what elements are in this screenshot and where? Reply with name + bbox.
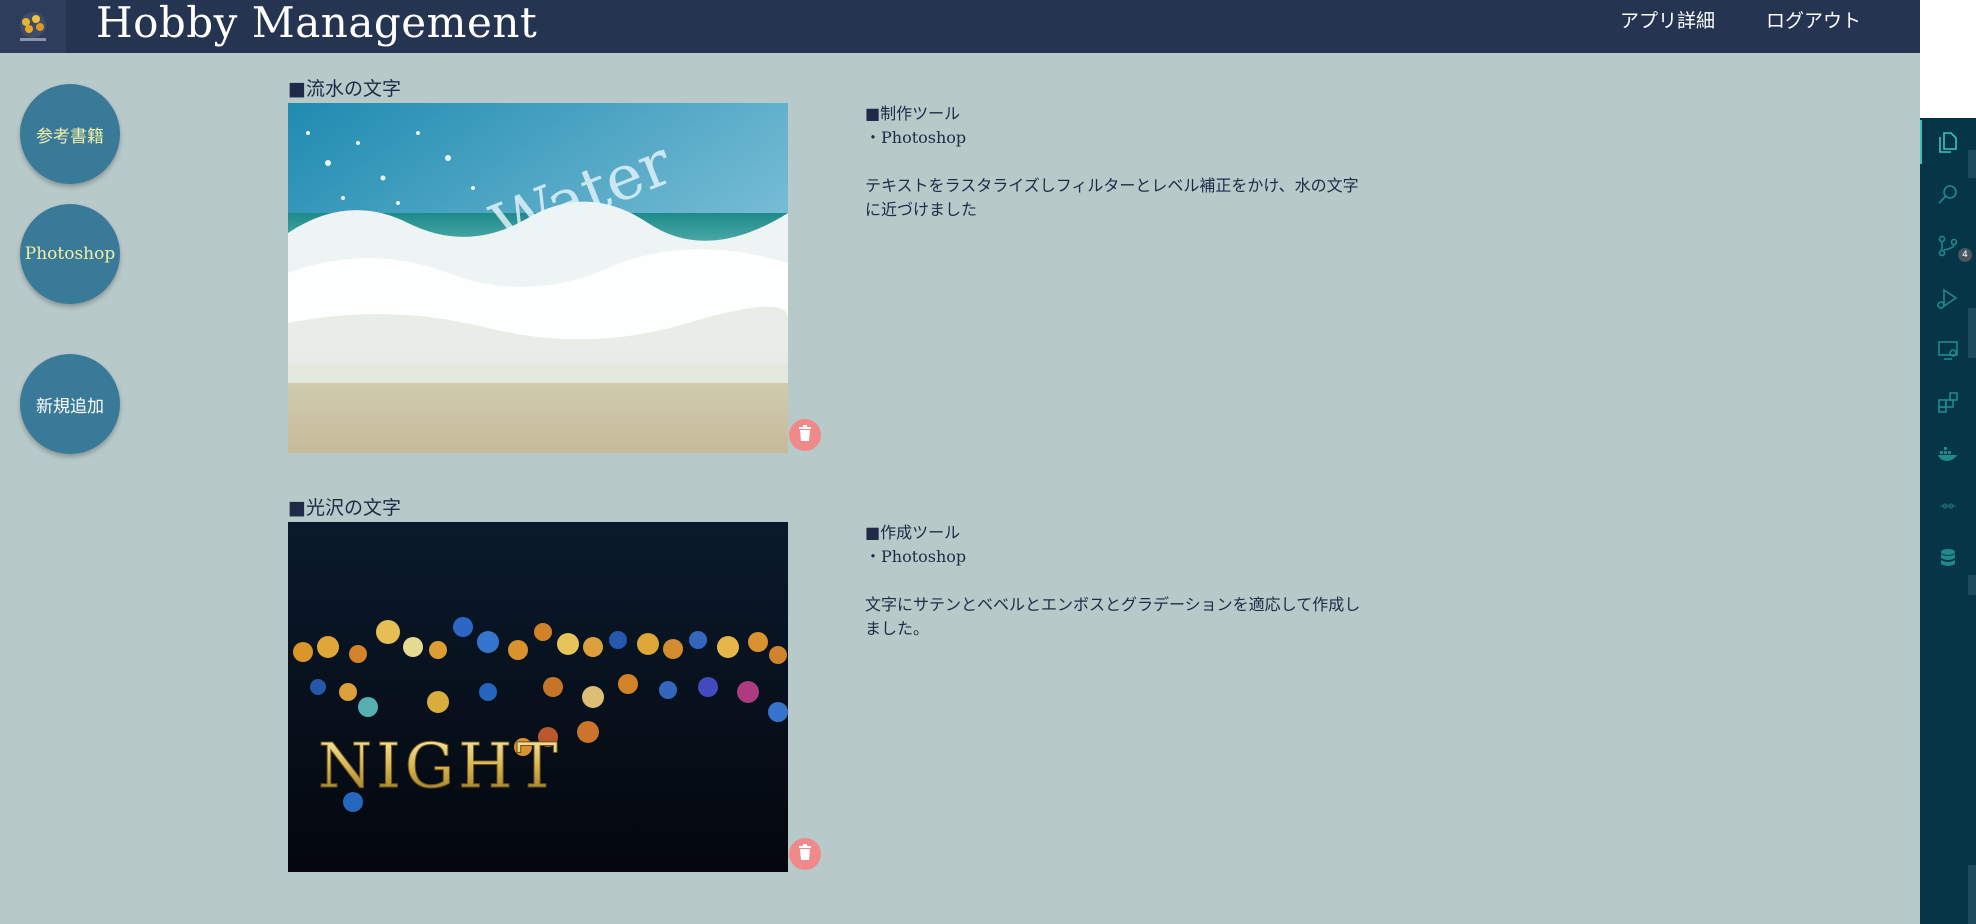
database-icon[interactable] xyxy=(1928,538,1968,578)
app-logo[interactable] xyxy=(0,0,66,53)
delete-button[interactable] xyxy=(789,838,821,870)
nav-app-detail-link[interactable]: アプリ詳細 xyxy=(1620,6,1715,33)
explorer-icon[interactable] xyxy=(1928,122,1968,162)
water-text-image: Water xyxy=(288,103,788,453)
item-description: ■制作ツール ・Photoshop テキストをラスタライズしフィルターとレベル補… xyxy=(865,102,1365,222)
search-icon[interactable] xyxy=(1928,174,1968,214)
gitlens-icon[interactable] xyxy=(1928,486,1968,526)
add-new-button[interactable]: 新規追加 xyxy=(20,354,120,454)
scroll-marker xyxy=(1968,308,1976,358)
tool-name: ・Photoshop xyxy=(865,128,967,147)
extensions-icon[interactable] xyxy=(1928,382,1968,422)
scroll-marker xyxy=(1968,150,1976,178)
remote-explorer-icon[interactable] xyxy=(1928,330,1968,370)
docker-icon[interactable] xyxy=(1928,434,1968,474)
photoshop-button[interactable]: Photoshop xyxy=(20,204,120,304)
tools-heading: ■作成ツール xyxy=(865,523,961,542)
run-debug-icon[interactable] xyxy=(1928,278,1968,318)
description-text: ました。 xyxy=(865,619,930,638)
source-control-icon[interactable]: 4 xyxy=(1928,226,1972,266)
trash-icon xyxy=(798,844,812,864)
active-indicator xyxy=(1920,120,1922,164)
night-image-text: NIGHT xyxy=(318,729,562,802)
nav-logout-link[interactable]: ログアウト xyxy=(1766,6,1861,33)
tool-name: ・Photoshop xyxy=(865,547,967,566)
source-control-badge: 4 xyxy=(1958,248,1972,262)
description-text: 文字にサテンとベベルとエンボスとグラデーションを適応して作成し xyxy=(865,595,1361,614)
app-title: Hobby Management xyxy=(96,0,538,47)
scroll-marker xyxy=(1968,865,1976,924)
app-header: Hobby Management アプリ詳細 ログアウト xyxy=(0,0,1920,53)
description-text: テキストをラスタライズしフィルターとレベル補正をかけ、水の文字 xyxy=(865,176,1359,195)
tools-heading: ■制作ツール xyxy=(865,104,961,123)
trash-icon xyxy=(798,425,812,445)
item-title: ■流水の文字 xyxy=(288,78,401,100)
item-title: ■光沢の文字 xyxy=(288,497,401,519)
reference-books-button[interactable]: 参考書籍 xyxy=(20,84,120,184)
activity-bar: 4 xyxy=(1920,118,1976,924)
delete-button[interactable] xyxy=(789,419,821,451)
item-description: ■作成ツール ・Photoshop 文字にサテンとベベルとエンボスとグラデーショ… xyxy=(865,521,1365,641)
description-text: に近づけました xyxy=(865,200,978,219)
night-text-image: NIGHT xyxy=(288,522,788,872)
scroll-marker xyxy=(1968,575,1976,595)
right-blank-area xyxy=(1920,0,1976,118)
